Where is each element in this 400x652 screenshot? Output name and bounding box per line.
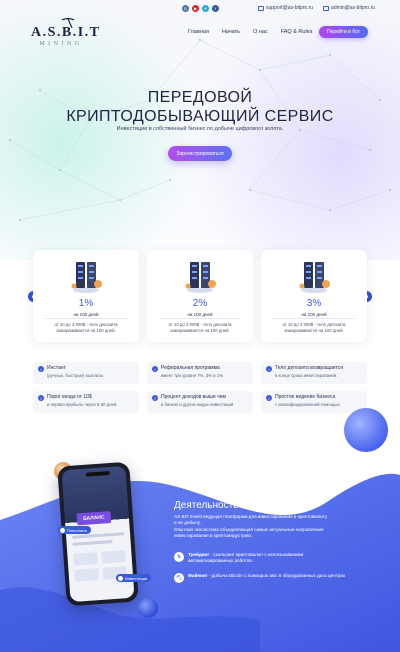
- nav-item-faq[interactable]: FAQ & Rules: [281, 29, 313, 35]
- bullet-text: - скальпинг криптовалют с использованием: [209, 552, 304, 557]
- chip-label: Пополнить: [67, 527, 88, 533]
- asic-miner-icon: [298, 256, 330, 294]
- investment-plan-card[interactable]: 1% на 100 дней от 10 до 3 000$ - тело де…: [33, 250, 139, 342]
- mining-bullet: ⛏ Майнинг - добыча Bitcoin с помощью asi…: [174, 573, 384, 583]
- support-email: support@as-bitpro.ru: [266, 5, 314, 11]
- feature-item: ✓ Простое ведение бизнеса с квалифициров…: [261, 391, 367, 413]
- screen-tile: [74, 568, 100, 582]
- main-nav: Главная Начать О нас FAQ & Rules: [188, 29, 313, 35]
- plan-percent: 1%: [78, 298, 94, 309]
- check-icon: ✓: [266, 395, 272, 401]
- vk-icon[interactable]: В: [182, 5, 189, 12]
- nav-item-about[interactable]: О нас: [253, 29, 268, 35]
- register-button[interactable]: Зарегистрироваться: [168, 146, 232, 161]
- trading-icon: ⇅: [174, 552, 184, 562]
- feature-description: в конце срока инвестирования.: [275, 373, 338, 378]
- feature-description: в банках и других видах инвестиций: [161, 402, 234, 407]
- decorative-sphere: [344, 408, 388, 452]
- phone-mockup: БАЛАНС: [57, 461, 139, 607]
- contact-emails: support@as-bitpro.ru admin@as-bitpro.ru: [258, 5, 375, 11]
- admin-email-link[interactable]: admin@as-bitpro.ru: [323, 5, 375, 11]
- facebook-icon[interactable]: f: [212, 5, 219, 12]
- plan-period: на 100 дней: [301, 312, 327, 317]
- mail-icon: [258, 5, 264, 11]
- go-to-bot-button[interactable]: Перейти в бот: [319, 26, 368, 38]
- asic-miner-icon: [70, 256, 102, 294]
- feature-title: Реферальная программа: [161, 365, 220, 371]
- pickaxe-icon: [61, 18, 75, 28]
- screen-tile: [101, 550, 127, 564]
- admin-email: admin@as-bitpro.ru: [331, 5, 376, 11]
- mail-icon: [323, 5, 330, 11]
- asic-miner-icon: [184, 256, 216, 294]
- company-description: AS-BIT invest ведущая платформа для инве…: [174, 514, 374, 540]
- feature-item: ✓ Процент доходов выше чем в банках и др…: [147, 391, 253, 413]
- site-logo[interactable]: A.S.B.I.T MINING: [31, 18, 101, 47]
- plan-description: от 10 до 3 000$ - тело депозита заморажи…: [153, 322, 247, 334]
- divider: [45, 318, 127, 319]
- nav-item-start[interactable]: Начать: [222, 29, 240, 35]
- screen-tile: [73, 552, 99, 566]
- feature-description: с квалифицированной помощью: [275, 402, 340, 407]
- feature-item: ✓ Инстант (ручные, быстрые) выплаты: [33, 362, 139, 384]
- check-icon: ✓: [266, 366, 272, 372]
- plan-description: от 10 до 3 000$ - тело депозита заморажи…: [267, 322, 361, 334]
- feature-description: и первая прибыль через 5-30 дней.: [47, 402, 118, 407]
- check-icon: ✓: [38, 366, 44, 372]
- plan-period: на 100 дней: [187, 312, 213, 317]
- youtube-icon[interactable]: ▶: [192, 5, 199, 12]
- feature-title: Простое ведение бизнеса: [275, 394, 336, 400]
- check-icon: ✓: [38, 395, 44, 401]
- screen-line: [72, 540, 113, 546]
- feature-item: ✓ Тело депозита возвращается в конце сро…: [261, 362, 367, 384]
- feature-title: Инстант: [47, 365, 66, 371]
- hero-subtitle: Инвестиции в собственный бизнес по добыч…: [116, 126, 284, 132]
- bullet-title: Майнинг: [188, 573, 208, 578]
- telegram-icon[interactable]: ✈: [202, 5, 209, 12]
- feature-title: Тело депозита возвращается: [275, 365, 343, 371]
- feature-description: (ручные, быстрые) выплаты: [47, 373, 104, 378]
- bullet-title: Трейдинг: [188, 552, 210, 557]
- plan-period: на 100 дней: [73, 312, 99, 317]
- nav-item-home[interactable]: Главная: [188, 29, 209, 35]
- phone-notch: [85, 471, 110, 477]
- bullet-text: - добыча Bitcoin с помощью asic в оборуд…: [207, 573, 346, 578]
- check-icon: ✓: [152, 366, 158, 372]
- bullet-text: автоматизированных роботов.: [188, 558, 253, 564]
- chip-dot: [60, 527, 65, 533]
- hero-title-line1: ПЕРЕДОВОЙ: [147, 89, 253, 106]
- investment-plan-card[interactable]: 3% на 100 дней от 10 до 3 000$ - тело де…: [261, 250, 367, 342]
- deposit-chip: Пополнить: [58, 526, 92, 534]
- balance-label: БАЛАНС: [76, 511, 112, 526]
- plan-percent: 3%: [306, 298, 322, 309]
- feature-description: имеет три уровня 7%, 3% и 1%: [161, 373, 223, 378]
- plan-desc-line: замораживается на 100 дней.: [284, 328, 344, 333]
- company-title: Деятельность компании: [174, 500, 286, 511]
- plan-description: от 10 до 3 000$ - тело депозита заморажи…: [39, 322, 133, 334]
- feature-title: Процент доходов выше чем: [161, 394, 226, 400]
- invest-chip: Инвестиции: [116, 574, 152, 582]
- decorative-sphere: [138, 598, 158, 618]
- logo-subtext: MINING: [39, 41, 83, 47]
- divider: [273, 318, 355, 319]
- company-text-line: инвестирования в криптоиндустрию:: [174, 533, 253, 539]
- trading-bullet: ⇅ Трейдинг - скальпинг криптовалют с исп…: [174, 552, 384, 565]
- divider: [159, 318, 241, 319]
- plan-percent: 2%: [192, 298, 208, 309]
- feature-item: ✓ Порог входа от 10$ и первая прибыль че…: [33, 391, 139, 413]
- chip-label: Инвестиции: [125, 575, 148, 581]
- feature-item: ✓ Реферальная программа имеет три уровня…: [147, 362, 253, 384]
- social-links: В ▶ ✈ f: [182, 5, 219, 12]
- hero-title-line2: КРИПТОДОБЫВАЮЩИЙ СЕРВИС: [66, 108, 334, 125]
- feature-title: Порог входа от 10$: [47, 394, 92, 400]
- mining-icon: ⛏: [174, 573, 184, 583]
- check-icon: ✓: [152, 395, 158, 401]
- investment-plan-card[interactable]: 2% на 100 дней от 10 до 3 000$ - тело де…: [147, 250, 253, 342]
- support-email-link[interactable]: support@as-bitpro.ru: [258, 5, 313, 11]
- chip-dot: [118, 575, 123, 581]
- plan-desc-line: замораживается на 100 дней.: [56, 328, 116, 333]
- plan-desc-line: замораживается на 100 дней.: [170, 328, 230, 333]
- logo-text: A.S.B.I.T: [31, 25, 101, 40]
